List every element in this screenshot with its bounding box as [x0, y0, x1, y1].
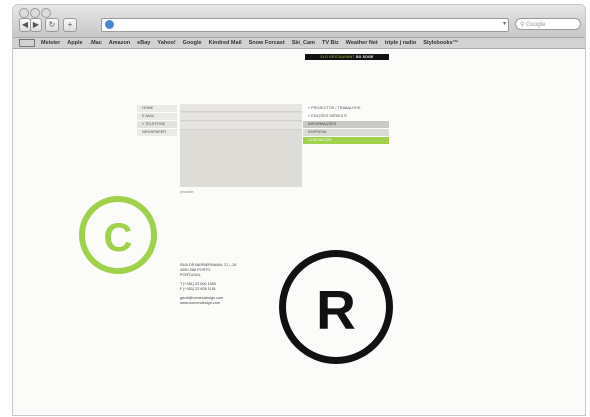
bookmark-weather-net[interactable]: Weather Net	[346, 40, 378, 46]
panel-row	[180, 104, 302, 112]
banner-prefix: ELO RESTAURANT	[320, 55, 355, 59]
close-window-icon[interactable]	[19, 8, 29, 18]
left-menu-newspaper[interactable]: NEWSPAPER	[137, 129, 177, 136]
site-top-banner[interactable]: ELO RESTAURANT DO SOGE	[305, 54, 389, 60]
right-menu-edicoes[interactable]: » EDIÇÕES SÉRIES R	[303, 113, 389, 120]
right-menu-empresa[interactable]: EMPRESA	[303, 129, 389, 136]
bookmark-kindred-mail[interactable]: Kindred Mail	[209, 40, 242, 46]
browser-window: ◀ ▶ ↻ + ▾ ⚲ Google Meister Apple .Mac Am…	[12, 4, 586, 416]
bookmarks-bar: Meister Apple .Mac Amazon eBay Yahoo! Go…	[13, 38, 585, 49]
add-bookmark-button[interactable]: +	[63, 18, 77, 32]
contact-address: RUA DR BARBERNAMA, 27—18 4050-068 PORTO …	[180, 263, 280, 306]
left-menu-email[interactable]: E-MAIL	[137, 113, 177, 120]
search-icon: ⚲	[520, 22, 525, 28]
forward-button[interactable]: ▶	[30, 18, 42, 32]
bookmark-tv-biz[interactable]: TV Biz	[322, 40, 339, 46]
banner-highlight: DO SOGE	[355, 55, 374, 59]
registered-logo: R	[279, 250, 393, 364]
right-menu-contactos[interactable]: CONTACTOS	[303, 137, 389, 144]
left-menu-home[interactable]: HOME	[137, 105, 177, 112]
panel-caption: printable	[180, 190, 194, 194]
bookmark-ski-cam[interactable]: Ski_Cam	[292, 40, 315, 46]
copyright-letter: C	[103, 216, 133, 260]
bookmark-yahoo[interactable]: Yahoo!	[157, 40, 175, 46]
site-globe-icon	[105, 20, 114, 29]
left-menu-telefone[interactable]: « TELEFONE	[137, 121, 177, 128]
reload-button[interactable]: ↻	[45, 18, 59, 32]
minimize-window-icon[interactable]	[30, 8, 40, 18]
address-web-link[interactable]: www.nomendesign.com	[180, 301, 280, 306]
bookmark-amazon[interactable]: Amazon	[109, 40, 130, 46]
bookmark-stylebooks[interactable]: Stylebooks™	[423, 40, 458, 46]
bookmark-apple[interactable]: Apple	[67, 40, 82, 46]
bookmark-snow-forcast[interactable]: Snow Forcast	[249, 40, 285, 46]
left-menu: HOME E-MAIL « TELEFONE NEWSPAPER	[137, 105, 177, 137]
bookmark-triple-j[interactable]: triple j radio	[385, 40, 416, 46]
bookmark-meister[interactable]: Meister	[41, 40, 60, 46]
registered-letter: R	[316, 279, 356, 341]
panel-row	[180, 113, 302, 121]
search-input[interactable]: ⚲ Google	[515, 18, 581, 30]
copyright-logo: C	[79, 196, 157, 274]
bookmark-google[interactable]: Google	[183, 40, 202, 46]
bookmark-mac[interactable]: .Mac	[90, 40, 102, 46]
browser-toolbar: ◀ ▶ ↻ + ▾ ⚲ Google	[13, 5, 585, 38]
zoom-window-icon[interactable]	[41, 8, 51, 18]
url-dropdown-icon[interactable]: ▾	[503, 20, 506, 27]
address-bar[interactable]: ▾	[101, 18, 509, 32]
page-content: ELO RESTAURANT DO SOGE HOME E-MAIL « TEL…	[13, 49, 585, 415]
bookmark-ebay[interactable]: eBay	[137, 40, 150, 46]
search-placeholder: Google	[526, 22, 546, 28]
content-panel	[180, 104, 302, 187]
right-menu-informacoes[interactable]: INFORMAÇÕES	[303, 121, 389, 128]
bookmarks-book-icon[interactable]	[19, 39, 35, 47]
right-menu-projectos[interactable]: » PROJECTOS / TRABALHOS	[303, 105, 389, 112]
panel-row	[180, 122, 302, 130]
right-menu: » PROJECTOS / TRABALHOS » EDIÇÕES SÉRIES…	[303, 105, 389, 145]
